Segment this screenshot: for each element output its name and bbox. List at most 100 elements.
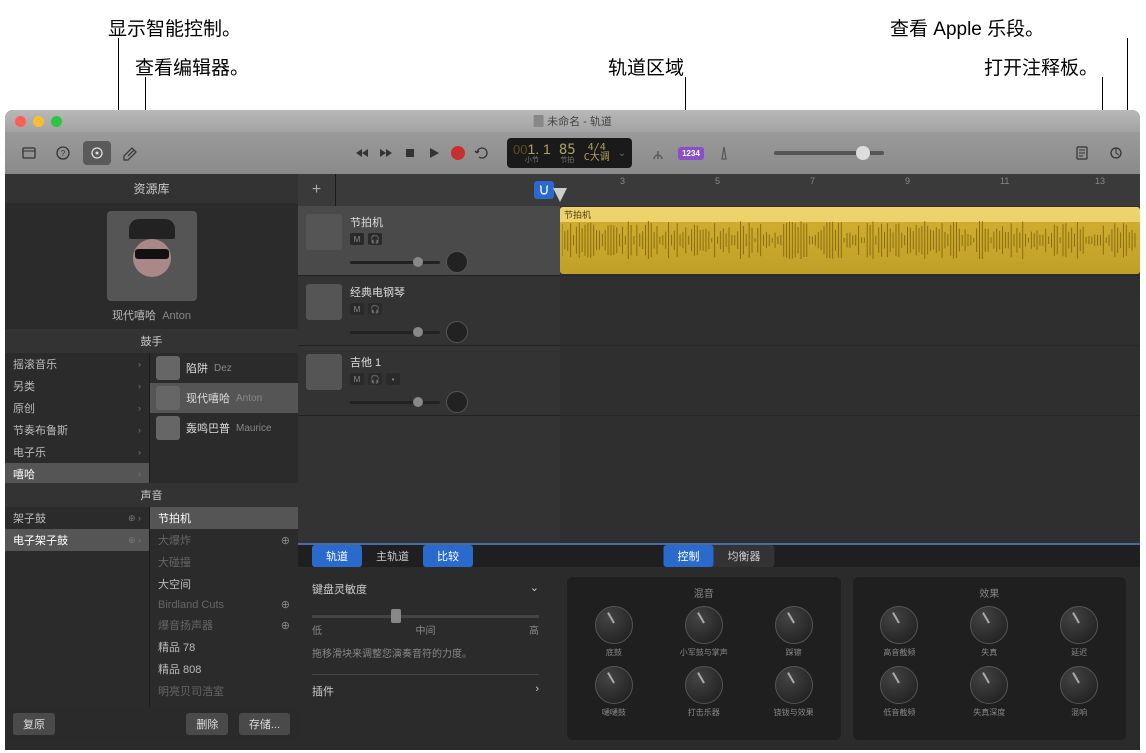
record-button[interactable]: [447, 141, 469, 165]
genre-list[interactable]: 摇滚音乐›另类›原创›节奏布鲁斯›电子乐›嘻哈›打击乐器›: [5, 353, 150, 483]
titlebar: 未命名 - 轨道: [5, 110, 1140, 132]
genre-row[interactable]: 节奏布鲁斯›: [5, 419, 149, 441]
count-in-badge[interactable]: 1234: [678, 147, 704, 160]
tab-control[interactable]: 控制: [664, 545, 714, 567]
metronome-button[interactable]: [710, 141, 738, 165]
tab-compare[interactable]: 比较: [423, 545, 473, 567]
ruler-tick: 3: [620, 176, 625, 186]
maximize-button[interactable]: [51, 116, 62, 127]
solo-button[interactable]: 🎧: [368, 233, 382, 245]
save-button[interactable]: 存储...: [239, 713, 290, 735]
fx-group-title: 效果: [861, 585, 1119, 600]
track-lane[interactable]: [560, 346, 1140, 416]
track-volume-slider[interactable]: [350, 401, 440, 404]
sound-category-row[interactable]: 电子架子鼓⊕ ›: [5, 529, 149, 551]
genre-row[interactable]: 电子乐›: [5, 441, 149, 463]
knob[interactable]: 打击乐器: [665, 666, 743, 718]
genre-row[interactable]: 嘻哈›: [5, 463, 149, 483]
track-volume-slider[interactable]: [350, 261, 440, 264]
close-button[interactable]: [15, 116, 26, 127]
drummer-row[interactable]: 现代嘻哈Anton: [150, 383, 298, 413]
track-lane[interactable]: [560, 276, 1140, 346]
master-volume-slider[interactable]: [774, 151, 884, 155]
sensitivity-header[interactable]: 键盘灵敏度 ⌄: [312, 577, 539, 601]
rewind-button[interactable]: [351, 141, 373, 165]
knob[interactable]: 失真: [950, 606, 1028, 658]
sensitivity-slider[interactable]: [312, 615, 539, 618]
mute-button[interactable]: M: [350, 373, 364, 385]
editor-button[interactable]: [117, 141, 145, 165]
knob[interactable]: 延迟: [1040, 606, 1118, 658]
sound-row[interactable]: 大空间: [150, 573, 298, 595]
genre-row[interactable]: 原创›: [5, 397, 149, 419]
mute-button[interactable]: M: [350, 233, 364, 245]
audio-region[interactable]: 节拍机: [560, 207, 1140, 274]
ruler-tick: 7: [810, 176, 815, 186]
knob[interactable]: 混响: [1040, 666, 1118, 718]
sound-row[interactable]: 爆音扬声器⊕: [150, 614, 298, 636]
smart-controls-button[interactable]: [83, 141, 111, 165]
solo-button[interactable]: 🎧: [368, 303, 382, 315]
lcd-display[interactable]: 001. 1 小节 85 节拍 4/4 C大调 ⌄: [507, 138, 632, 168]
track-header[interactable]: 经典电钢琴M🎧: [298, 276, 560, 346]
sound-row[interactable]: 精品 808: [150, 658, 298, 680]
sound-row[interactable]: 大碰撞: [150, 551, 298, 573]
track-regions-area[interactable]: 节拍机: [560, 206, 1140, 543]
add-track-button[interactable]: +: [298, 174, 336, 206]
snap-button[interactable]: [534, 181, 554, 199]
track-volume-slider[interactable]: [350, 331, 440, 334]
lcd-bars-label: 小节: [513, 157, 551, 164]
sound-row[interactable]: Birdland Cuts⊕: [150, 595, 298, 614]
tab-track[interactable]: 轨道: [312, 545, 362, 567]
delete-button[interactable]: 删除: [186, 713, 228, 735]
track-lane[interactable]: 节拍机: [560, 206, 1140, 276]
sound-row[interactable]: 精品 78: [150, 636, 298, 658]
track-header[interactable]: 吉他 1M🎧•: [298, 346, 560, 416]
forward-button[interactable]: [375, 141, 397, 165]
knob[interactable]: 嗵嗵鼓: [575, 666, 653, 718]
tab-eq[interactable]: 均衡器: [714, 545, 775, 567]
sound-row[interactable]: 大爆炸⊕: [150, 529, 298, 551]
ruler-tick: 13: [1095, 176, 1105, 186]
sound-category-row[interactable]: 架子鼓⊕ ›: [5, 507, 149, 529]
drummer-row[interactable]: 轰鸣巴普Maurice: [150, 413, 298, 443]
plugins-header[interactable]: 插件 ›: [312, 674, 539, 703]
tuner-button[interactable]: [644, 141, 672, 165]
track-pan-knob[interactable]: [446, 321, 468, 343]
track-pan-knob[interactable]: [446, 391, 468, 413]
loops-button[interactable]: [1102, 141, 1130, 165]
knob[interactable]: 高音截频: [861, 606, 939, 658]
smart-left: 键盘灵敏度 ⌄ 低 中间 高 拖移滑块来调整您演奏音符的力度。 插件 ›: [298, 567, 553, 750]
sound-list[interactable]: 节拍机大爆炸⊕大碰撞大空间Birdland Cuts⊕爆音扬声器⊕精品 78精品…: [150, 507, 298, 707]
knob[interactable]: 低音截频: [861, 666, 939, 718]
genre-row[interactable]: 摇滚音乐›: [5, 353, 149, 375]
library-button[interactable]: [15, 141, 43, 165]
notepad-button[interactable]: [1068, 141, 1096, 165]
knob[interactable]: 铙钹与效果: [755, 666, 833, 718]
extra-button[interactable]: •: [386, 373, 400, 385]
genre-row[interactable]: 另类›: [5, 375, 149, 397]
sound-category-list[interactable]: 架子鼓⊕ ›电子架子鼓⊕ ›: [5, 507, 150, 707]
mute-button[interactable]: M: [350, 303, 364, 315]
play-button[interactable]: [423, 141, 445, 165]
drummer-section-header: 鼓手: [5, 329, 298, 353]
revert-button[interactable]: 复原: [13, 713, 55, 735]
knob[interactable]: 小军鼓与掌声: [665, 606, 743, 658]
track-pan-knob[interactable]: [446, 251, 468, 273]
lcd-dropdown-icon[interactable]: ⌄: [618, 148, 626, 159]
drummer-row[interactable]: 陷阱Dez: [150, 353, 298, 383]
knob[interactable]: 底鼓: [575, 606, 653, 658]
tab-master[interactable]: 主轨道: [362, 545, 423, 567]
track-header[interactable]: 节拍机M🎧: [298, 206, 560, 276]
sound-row[interactable]: 明亮贝司浩室: [150, 680, 298, 702]
sound-row[interactable]: 节拍机: [150, 507, 298, 529]
timeline-ruler[interactable]: 35791113: [560, 174, 1140, 206]
stop-button[interactable]: [399, 141, 421, 165]
knob[interactable]: 失真深度: [950, 666, 1028, 718]
drummer-list[interactable]: 陷阱Dez现代嘻哈Anton轰鸣巴普Maurice: [150, 353, 298, 483]
solo-button[interactable]: 🎧: [368, 373, 382, 385]
cycle-button[interactable]: [471, 141, 493, 165]
knob[interactable]: 踩镲: [755, 606, 833, 658]
help-button[interactable]: ?: [49, 141, 77, 165]
minimize-button[interactable]: [33, 116, 44, 127]
